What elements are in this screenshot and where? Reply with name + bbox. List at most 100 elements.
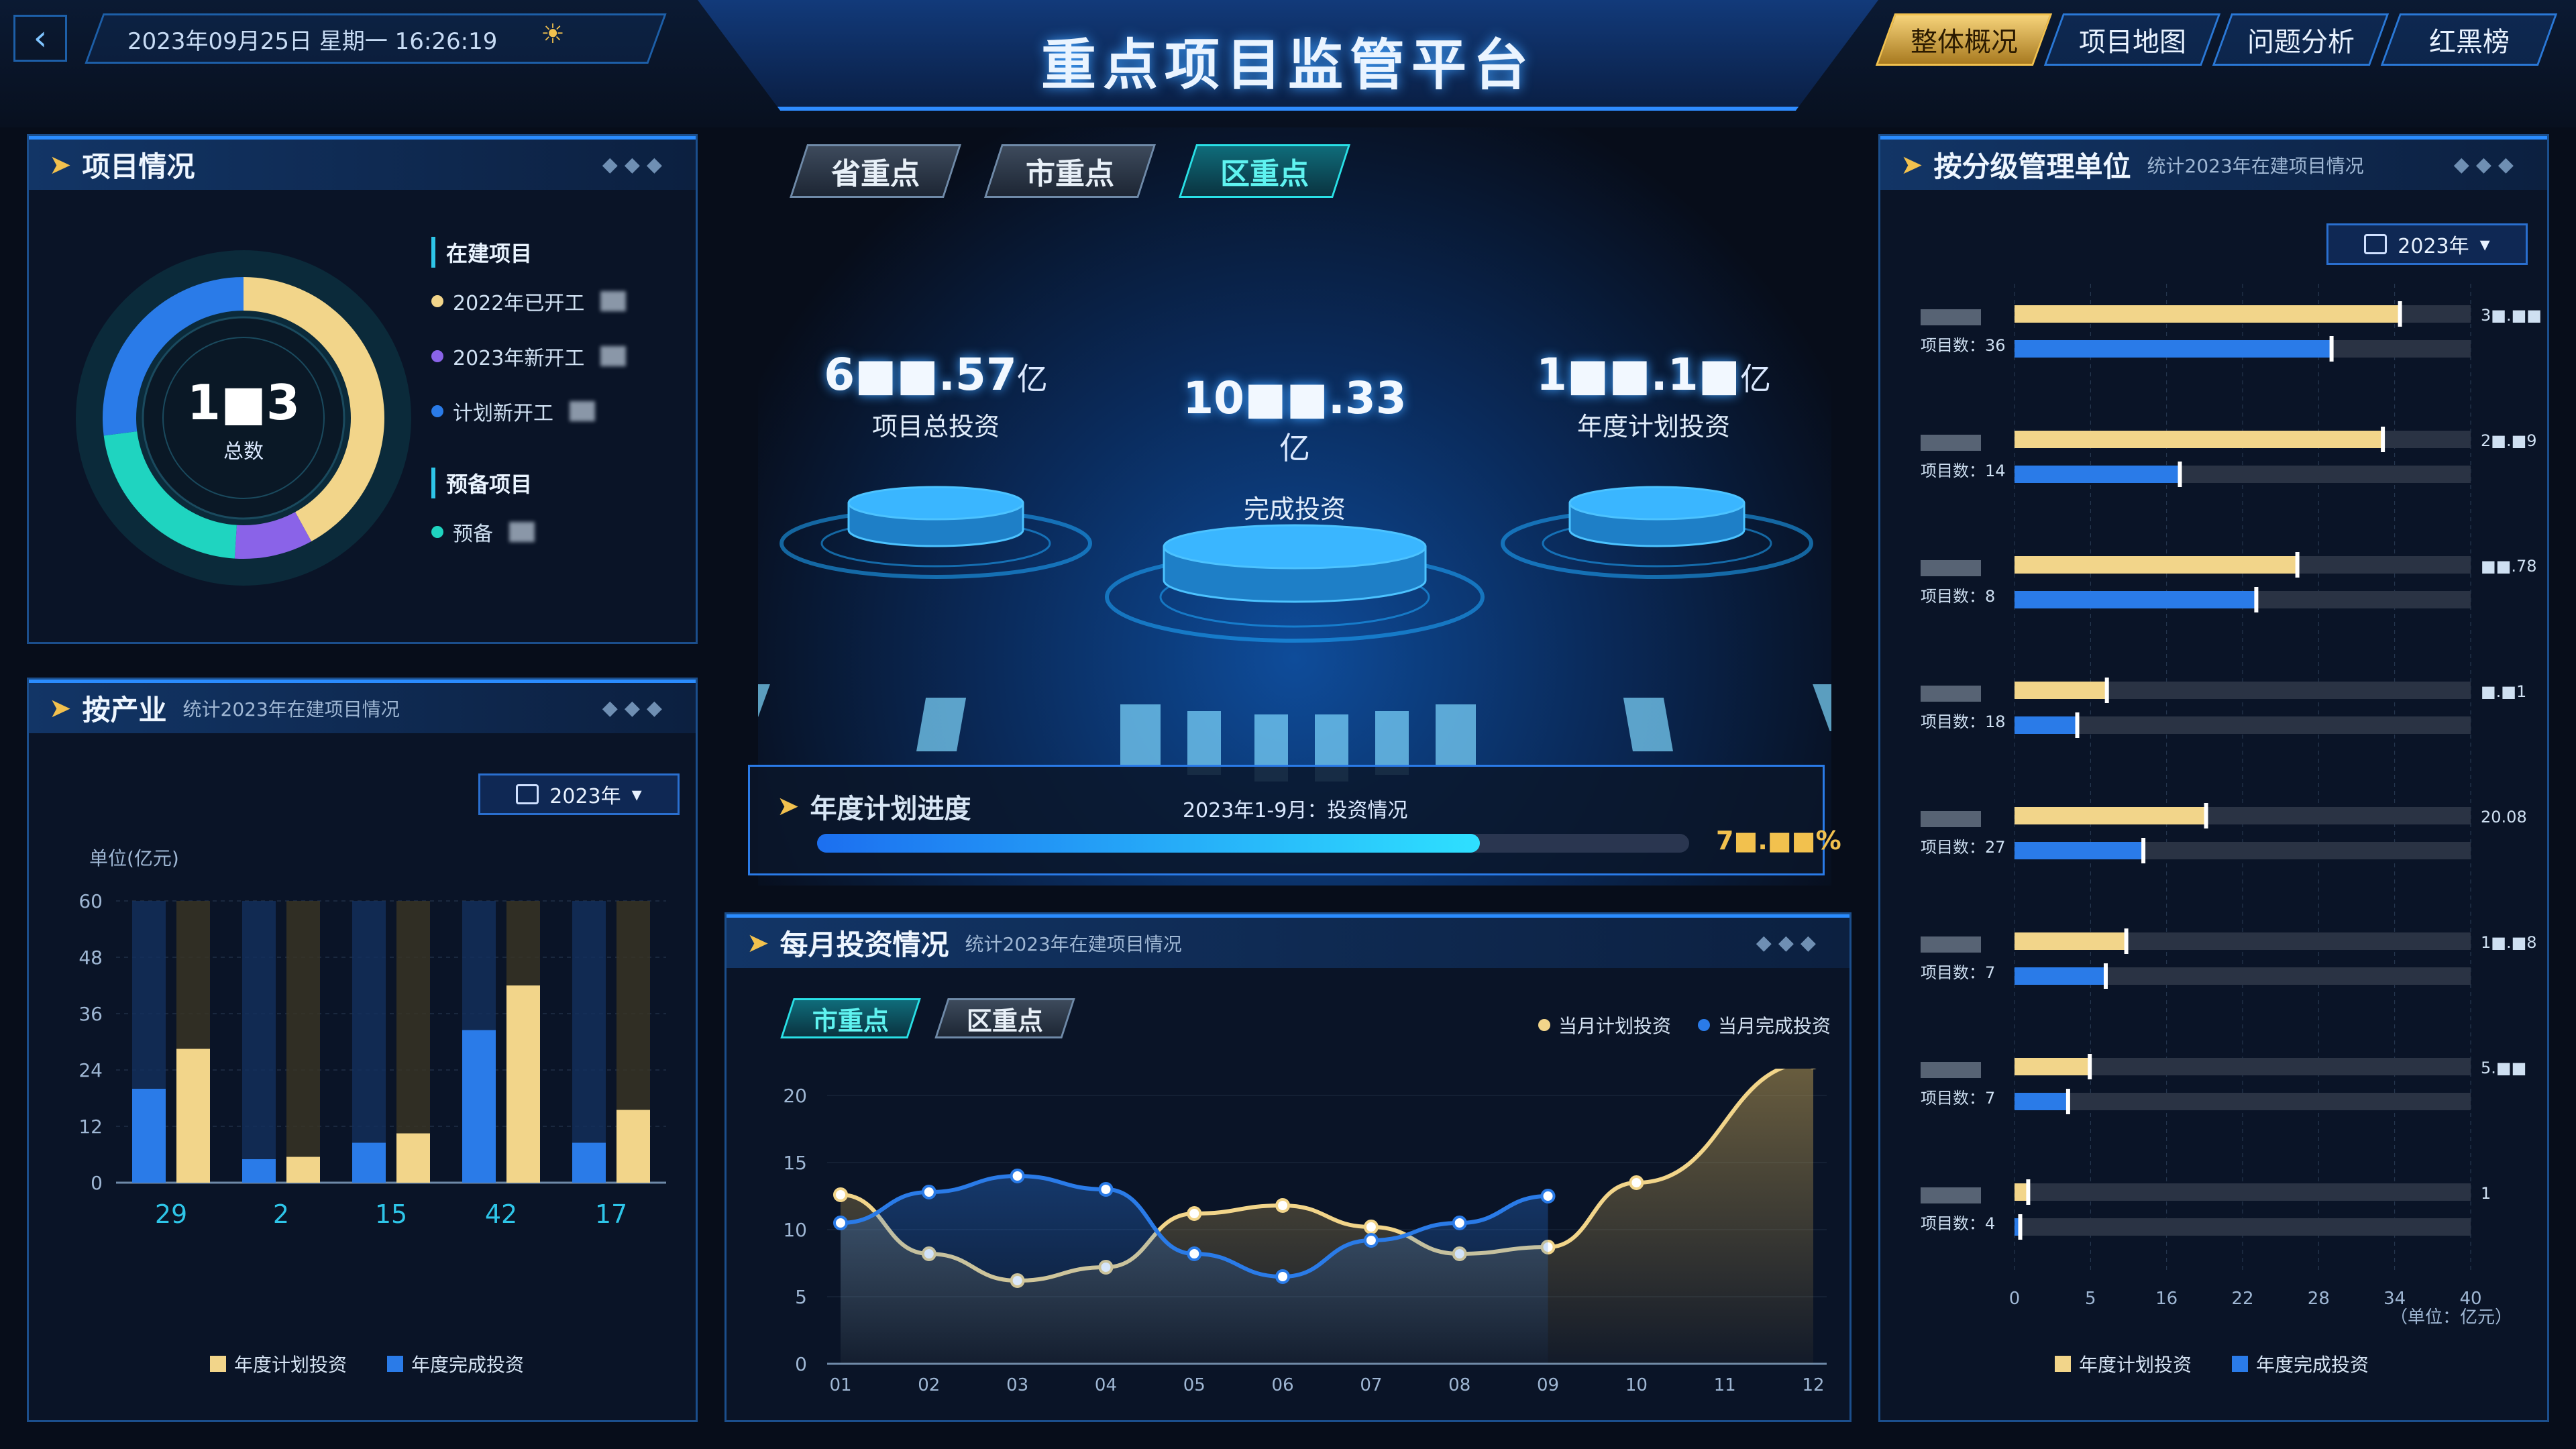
reserve-list: 预备 xyxy=(431,517,626,547)
category-label: 2 xyxy=(273,1199,289,1229)
bar xyxy=(616,1110,650,1183)
bar-cap xyxy=(2124,928,2129,954)
bar xyxy=(2015,682,2107,699)
panel-title: 按产业 xyxy=(82,694,167,727)
series-point[interactable] xyxy=(1098,1182,1114,1197)
bar-background xyxy=(572,901,606,1183)
more-icon: ◆◆◆ xyxy=(1756,931,1823,955)
bar xyxy=(2015,1183,2029,1201)
bar xyxy=(572,1142,606,1183)
value-label: 1■.■8 xyxy=(2481,933,2537,952)
progress-title: 年度计划进度 xyxy=(810,794,971,824)
series-point[interactable] xyxy=(833,1216,848,1230)
series-point[interactable] xyxy=(1363,1233,1379,1248)
tab-label: 红黑榜 xyxy=(2428,27,2510,58)
calendar-icon xyxy=(2364,234,2387,254)
panel-header: ➤ 按分级管理单位 统计2023年在建项目情况 ◆◆◆ xyxy=(1880,136,2547,190)
bar-background xyxy=(286,901,320,1183)
x-tick-label: 08 xyxy=(1448,1375,1470,1395)
redacted-count xyxy=(509,522,535,542)
series-point[interactable] xyxy=(833,1187,848,1202)
series-point[interactable] xyxy=(1010,1169,1025,1183)
bar-track xyxy=(2015,716,2471,734)
project-count: 项目数：18 xyxy=(1921,712,2006,731)
metric-label: 年度计划投资 xyxy=(1576,412,1730,441)
x-tick-label: 09 xyxy=(1537,1375,1559,1395)
x-tick-label: 22 xyxy=(2231,1289,2253,1309)
legend-plan: 年度计划投资 xyxy=(210,1350,347,1377)
value-label: ■■.78 xyxy=(2481,557,2537,576)
metric-value: 6■■.57 xyxy=(824,349,1017,400)
bar-background xyxy=(242,901,276,1183)
monthly-panel: ➤ 每月投资情况 统计2023年在建项目情况 ◆◆◆ 市重点 区重点 当月计划投… xyxy=(724,912,1851,1422)
bar xyxy=(2015,842,2144,859)
series-point[interactable] xyxy=(1452,1216,1467,1230)
value-label: 1 xyxy=(2481,1184,2491,1203)
y-tick-label: 60 xyxy=(78,890,103,912)
in-construction-heading: 在建项目 xyxy=(431,237,626,268)
x-tick-label: 05 xyxy=(1183,1375,1205,1395)
series-point[interactable] xyxy=(1187,1246,1202,1261)
project-count: 项目数：7 xyxy=(1921,963,1995,982)
legend-dot xyxy=(431,405,443,417)
value-label: 2■.■9 xyxy=(2481,431,2537,450)
y-tick-label: 12 xyxy=(78,1116,103,1138)
bar-track xyxy=(2015,1183,2471,1201)
unit-legend: 年度计划投资 年度完成投资 xyxy=(2055,1350,2369,1377)
project-legend: 在建项目 2022年已开工 2023年新开工 计划新开工 预备项目 预备 xyxy=(431,237,627,547)
series-area xyxy=(841,1176,1548,1364)
year-selector[interactable]: 2023年 ▾ xyxy=(2326,223,2528,265)
x-axis-labels: 01 02 03 04 05 06 07 08 09 10 11 12 xyxy=(829,1375,1824,1395)
monthly-tabs: 市重点 区重点 xyxy=(780,998,1075,1038)
project-item: 2022年已开工 xyxy=(431,286,627,316)
bar-cap xyxy=(2065,1089,2070,1114)
caret-down-icon: ▾ xyxy=(2479,232,2490,256)
bar xyxy=(2015,556,2298,574)
category-label: 42 xyxy=(485,1199,517,1229)
metric-label: 项目总投资 xyxy=(871,412,1000,441)
redacted-count xyxy=(570,401,595,421)
bar-cap xyxy=(2141,838,2146,863)
tab-overview[interactable]: 整体概况 xyxy=(1875,13,2053,66)
project-count: 项目数：27 xyxy=(1921,838,2006,857)
progress-header: ➤ 年度计划进度 xyxy=(777,787,971,826)
y-tick-label: 10 xyxy=(783,1219,807,1241)
tab-issue-analysis[interactable]: 问题分析 xyxy=(2212,13,2390,66)
series-point[interactable] xyxy=(1275,1269,1291,1284)
more-icon: ◆◆◆ xyxy=(602,696,669,720)
tab-red-black-list[interactable]: 红黑榜 xyxy=(2380,13,2558,66)
tab-city-key[interactable]: 市重点 xyxy=(780,998,921,1038)
bar xyxy=(176,1049,210,1183)
x-tick-label: 28 xyxy=(2308,1289,2330,1309)
project-panel: ➤ 项目情况 ◆◆◆ 1■3 总数 在建项目 2022年已开工 2023年新开工计… xyxy=(27,134,698,644)
redacted-unit-name xyxy=(1921,686,1981,702)
in-construction-list: 2022年已开工 2023年新开工 计划新开工 xyxy=(431,286,627,426)
value-label: ■.■1 xyxy=(2481,682,2526,701)
y-axis-unit: 单位(亿元) xyxy=(89,847,179,869)
year-selector[interactable]: 2023年 ▾ xyxy=(478,773,680,815)
series-point[interactable] xyxy=(1187,1206,1202,1221)
bar xyxy=(396,1133,430,1183)
tab-label: 项目地图 xyxy=(2078,27,2186,58)
series-point[interactable] xyxy=(1540,1189,1556,1203)
y-tick-label: 0 xyxy=(91,1172,103,1194)
project-count: 项目数：7 xyxy=(1921,1089,1995,1108)
series-point[interactable] xyxy=(921,1185,936,1199)
bar-cap xyxy=(2088,1054,2092,1079)
y-tick-label: 0 xyxy=(795,1353,807,1375)
legend-plan: 年度计划投资 xyxy=(2055,1350,2192,1377)
x-tick-label: 06 xyxy=(1272,1375,1294,1395)
series-point[interactable] xyxy=(1363,1220,1379,1234)
tab-district-key[interactable]: 区重点 xyxy=(934,998,1075,1038)
project-count: 项目数：4 xyxy=(1921,1214,1995,1233)
progress-track xyxy=(817,834,1689,853)
tab-project-map[interactable]: 项目地图 xyxy=(2043,13,2221,66)
bar-cap xyxy=(2381,427,2385,452)
panel-header: ➤ 每月投资情况 统计2023年在建项目情况 ◆◆◆ xyxy=(727,914,1849,968)
bar xyxy=(2015,807,2206,824)
redacted-count xyxy=(600,291,627,311)
panel-subtitle: 统计2023年在建项目情况 xyxy=(182,698,400,720)
series-point[interactable] xyxy=(1629,1175,1644,1190)
series-point[interactable] xyxy=(1275,1198,1291,1213)
back-button[interactable]: ‹ xyxy=(13,15,67,62)
